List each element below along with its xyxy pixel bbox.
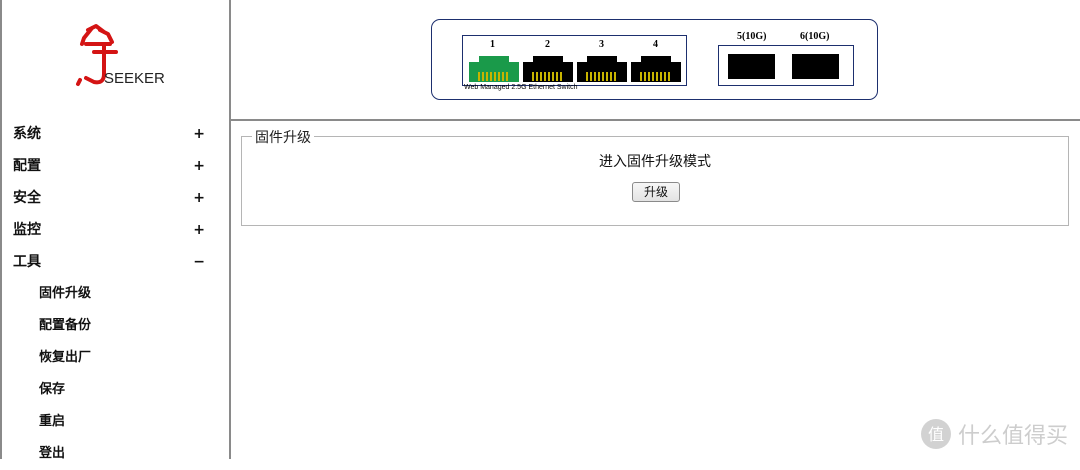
- menu-item-security[interactable]: 安全 +: [2, 182, 229, 214]
- port-number: 3: [599, 39, 604, 50]
- main-menu: 系统 + 配置 + 安全 + 监控 + 工具 − 固件升级 配置备份 恢复出厂 …: [2, 118, 229, 470]
- menu-item-label: 系统: [13, 126, 41, 142]
- expand-icon[interactable]: +: [193, 118, 205, 150]
- submenu-firmware-upgrade[interactable]: 固件升级: [2, 278, 229, 310]
- menu-item-label: 工具: [13, 254, 41, 270]
- switch-model-caption: Web Managed 2.5G Ethernet Switch: [464, 84, 578, 91]
- submenu-factory-reset[interactable]: 恢复出厂: [2, 342, 229, 374]
- sfp-port-6-icon[interactable]: [792, 54, 839, 79]
- ethernet-port-2-icon[interactable]: [523, 56, 573, 82]
- ethernet-port-1-icon[interactable]: [469, 56, 519, 82]
- port-number: 4: [653, 39, 658, 50]
- expand-icon[interactable]: +: [193, 182, 205, 214]
- collapse-icon[interactable]: −: [193, 246, 205, 278]
- sfp-port-group: [718, 45, 854, 86]
- expand-icon[interactable]: +: [193, 214, 205, 246]
- submenu-reboot[interactable]: 重启: [2, 406, 229, 438]
- port-number: 2: [545, 39, 550, 50]
- ethernet-port-3-icon[interactable]: [577, 56, 627, 82]
- menu-item-label: 安全: [13, 190, 41, 206]
- watermark-logo-icon: 值: [920, 419, 951, 449]
- submenu-logout[interactable]: 登出: [2, 438, 229, 470]
- switch-panel-frame: 1 2 3 4 Web Managed 2.5G Ethernet Switch: [231, 0, 1080, 121]
- switch-front-panel: 1 2 3 4 Web Managed 2.5G Ethernet Switch: [431, 19, 878, 100]
- brand-name: SEEKER: [104, 70, 165, 87]
- section-legend: 固件升级: [252, 127, 314, 147]
- sfp-port-number: 5(10G): [737, 31, 767, 42]
- menu-item-system[interactable]: 系统 +: [2, 118, 229, 150]
- rj45-port-group: 1 2 3 4: [462, 35, 687, 86]
- sfp-port-number: 6(10G): [800, 31, 830, 42]
- seeker-logo: SEEKER: [74, 22, 174, 92]
- submenu-save[interactable]: 保存: [2, 374, 229, 406]
- port-number: 1: [490, 39, 495, 50]
- menu-item-label: 监控: [13, 222, 41, 238]
- menu-item-label: 配置: [13, 158, 41, 174]
- firmware-upgrade-section: 固件升级 进入固件升级模式 升级: [241, 127, 1069, 226]
- sfp-port-5-icon[interactable]: [728, 54, 775, 79]
- watermark: 值 什么值得买: [920, 417, 1068, 451]
- watermark-text: 什么值得买: [957, 424, 1068, 449]
- menu-item-tools[interactable]: 工具 −: [2, 246, 229, 278]
- menu-item-monitor[interactable]: 监控 +: [2, 214, 229, 246]
- sidebar: SEEKER 系统 + 配置 + 安全 + 监控 + 工具 − 固件升级 配置备…: [0, 0, 231, 461]
- submenu-config-backup[interactable]: 配置备份: [2, 310, 229, 342]
- menu-item-config[interactable]: 配置 +: [2, 150, 229, 182]
- firmware-mode-title: 进入固件升级模式: [599, 154, 711, 170]
- main-content: 固件升级 进入固件升级模式 升级 值 什么值得买: [231, 121, 1080, 459]
- upgrade-button[interactable]: 升级: [632, 182, 680, 202]
- watermark-glyph: 值: [928, 425, 944, 444]
- ethernet-port-4-icon[interactable]: [631, 56, 681, 82]
- expand-icon[interactable]: +: [193, 150, 205, 182]
